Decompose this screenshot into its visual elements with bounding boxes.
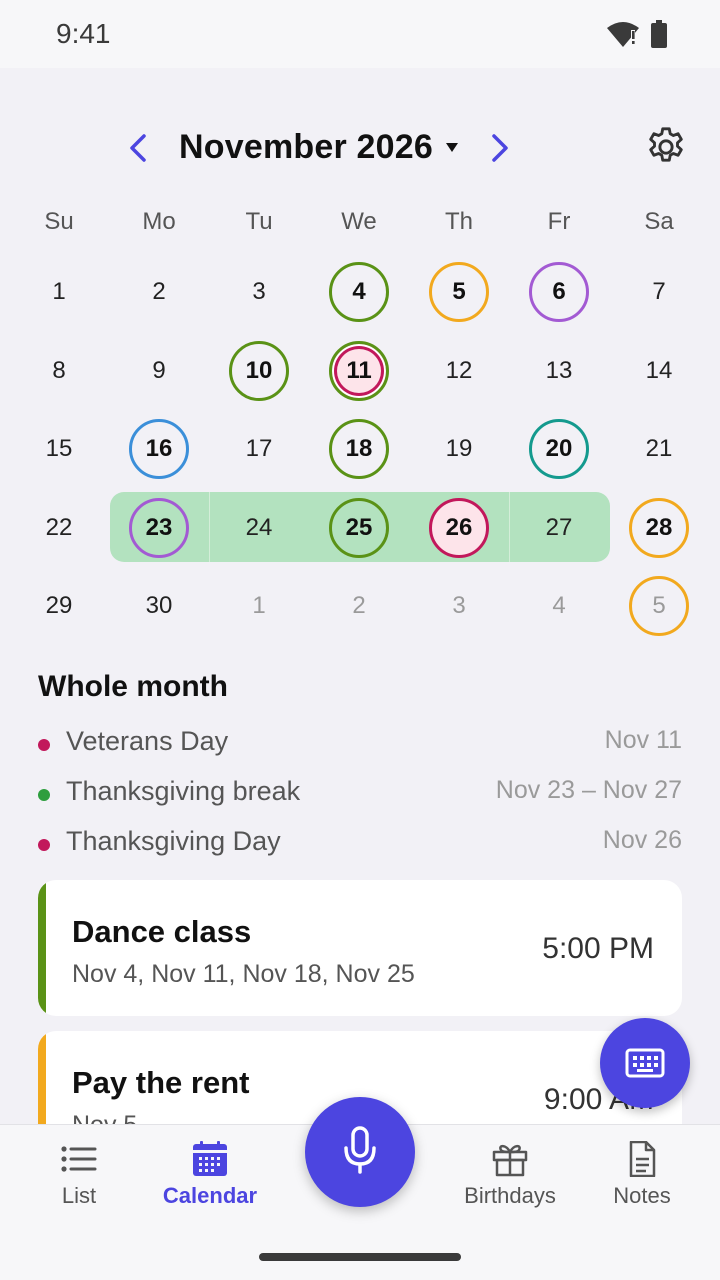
nav-birthdays-label: Birthdays <box>464 1183 556 1208</box>
keyboard-button[interactable] <box>600 1018 690 1108</box>
keyboard-icon <box>625 1048 665 1078</box>
event-title: Pay the rent <box>72 1065 250 1100</box>
event-color-stripe <box>38 880 46 1016</box>
nav-notes-label: Notes <box>613 1183 671 1208</box>
microphone-icon <box>344 1126 376 1174</box>
gift-icon <box>492 1144 528 1177</box>
home-indicator[interactable] <box>259 1253 461 1261</box>
event-time: 5:00 PM <box>542 932 654 965</box>
event-title: Dance class <box>72 914 252 949</box>
event-dates: Nov 5 <box>72 1111 137 1124</box>
note-icon <box>629 1141 656 1177</box>
nav-notes[interactable]: Notes <box>577 1141 707 1221</box>
nav-list-label: List <box>61 1183 97 1208</box>
event-list: Dance class Nov 4, Nov 11, Nov 18, Nov 25… <box>0 0 720 1124</box>
calendar-icon <box>193 1141 227 1176</box>
event-color-stripe <box>38 1031 46 1124</box>
voice-input-button[interactable] <box>305 1097 415 1207</box>
nav-calendar[interactable]: Calendar <box>145 1141 275 1221</box>
event-card[interactable]: Dance class Nov 4, Nov 11, Nov 18, Nov 25… <box>38 880 682 1016</box>
nav-calendar-label: Calendar <box>162 1183 258 1208</box>
nav-list[interactable]: List <box>14 1141 144 1221</box>
event-dates: Nov 4, Nov 11, Nov 18, Nov 25 <box>72 960 415 988</box>
list-icon <box>61 1146 97 1172</box>
nav-birthdays[interactable]: Birthdays <box>445 1141 575 1221</box>
